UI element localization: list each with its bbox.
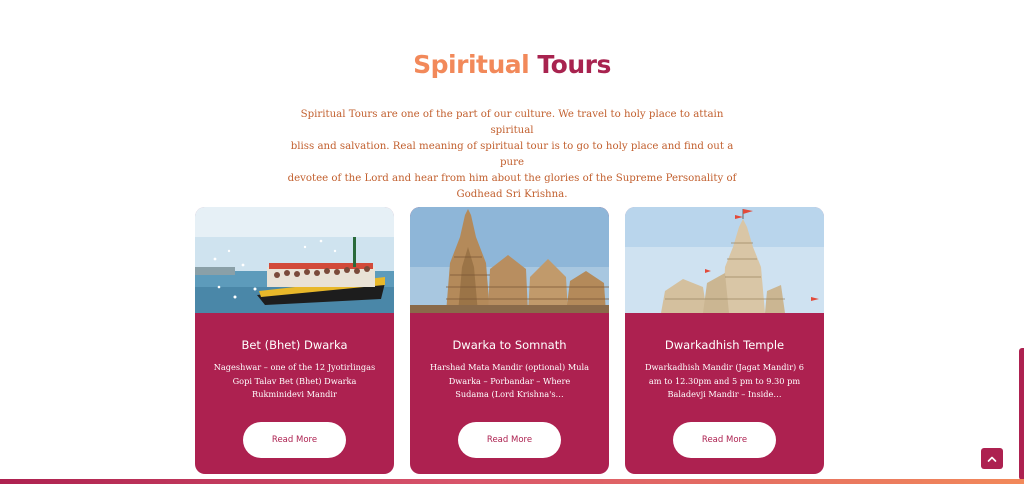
card-description: Harshad Mata Mandir (optional) Mula Dwar… (422, 361, 597, 402)
page-scrollbar[interactable] (1019, 348, 1024, 480)
card-description: Nageshwar – one of the 12 Jyotirlingas G… (207, 361, 382, 402)
bottom-gradient-bar (0, 479, 1024, 484)
scroll-to-top-button[interactable] (981, 448, 1003, 469)
dwarkadhish-temple-image (625, 207, 824, 313)
card-title: Dwarkadhish Temple (664, 338, 785, 352)
card-description-line: Harshad Mata Mandir (optional) Mula (429, 362, 590, 372)
card-description: Dwarkadhish Mandir (Jagat Mandir) 6 am t… (637, 361, 812, 402)
intro-line: bliss and salvation. Real meaning of spi… (290, 141, 734, 168)
read-more-button[interactable]: Read More (243, 422, 346, 458)
read-more-button[interactable]: Read More (458, 422, 561, 458)
somnath-temple-image (410, 207, 609, 313)
card-description-line: Dwarka – Porbandar – Where (448, 375, 571, 386)
card-title: Dwarka to Somnath (452, 338, 567, 352)
intro-line: devotee of the Lord and hear from him ab… (287, 173, 737, 184)
card-description-line: am to 12.30pm and 5 pm to 9.30 pm (648, 375, 801, 386)
card-description-line: Dwarkadhish Mandir (Jagat Mandir) 6 (644, 362, 805, 372)
tour-card-dwarka-to-somnath: Dwarka to Somnath Harshad Mata Mandir (o… (410, 207, 609, 474)
tour-card-bet-dwarka: Bet (Bhet) Dwarka Nageshwar – one of the… (195, 207, 394, 474)
tour-card-dwarkadhish-temple: Dwarkadhish Temple Dwarkadhish Mandir (J… (625, 207, 824, 474)
card-title: Bet (Bhet) Dwarka (241, 338, 348, 352)
intro-line: Spiritual Tours are one of the part of o… (300, 109, 724, 136)
section-intro: Spiritual Tours are one of the part of o… (278, 107, 746, 203)
section-title-part1: Spiritual (413, 50, 530, 79)
card-description-line: Baladevji Mandir – Inside… (667, 389, 782, 399)
read-more-button[interactable]: Read More (673, 422, 776, 458)
intro-line: Godhead Sri Krishna. (456, 189, 568, 200)
card-description-line: Sudama (Lord Krishna's… (455, 389, 564, 399)
card-description-line: Nageshwar – one of the 12 Jyotirlingas (213, 362, 376, 372)
card-description-line: Gopi Talav Bet (Bhet) Dwarka (232, 375, 357, 386)
boat-ferry-image (195, 207, 394, 313)
chevron-up-icon (987, 456, 997, 462)
section-title: Spiritual Tours (0, 50, 1024, 79)
section-title-part2: Tours (537, 50, 611, 79)
card-description-line: Rukminidevi Mandir (252, 389, 337, 399)
